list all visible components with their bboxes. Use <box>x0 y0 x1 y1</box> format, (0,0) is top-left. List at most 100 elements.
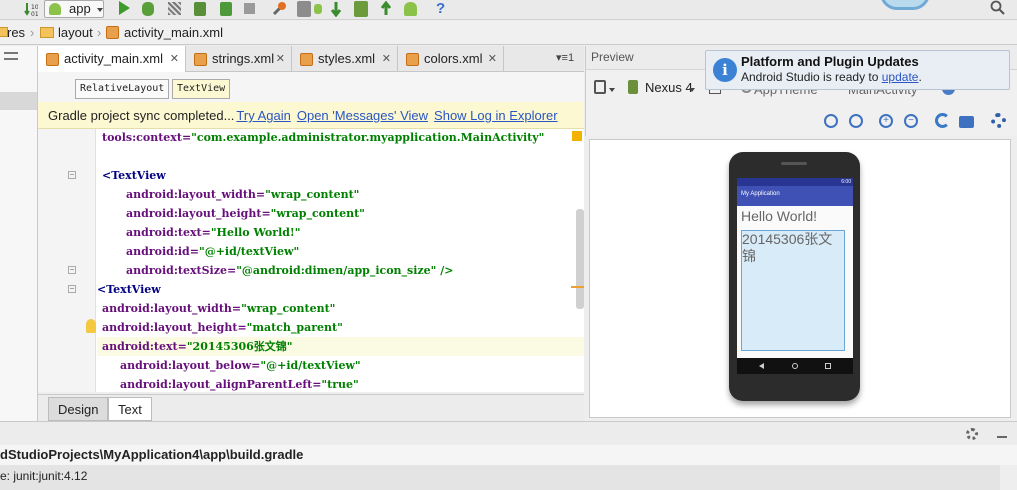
xml-path-relativelayout[interactable]: RelativeLayout <box>75 79 170 99</box>
module-selector[interactable]: app <box>44 0 104 18</box>
status-bar: 6:00 <box>737 178 853 186</box>
notification-title: Platform and Plugin Updates <box>741 54 919 69</box>
tab-text[interactable]: Text <box>108 397 152 421</box>
app-bar: My Application <box>737 186 853 206</box>
gear-icon[interactable] <box>966 428 978 440</box>
code-attr: android:layout_width= <box>102 302 242 315</box>
xml-file-icon <box>106 26 119 39</box>
tool-window-bar <box>0 421 1017 445</box>
tab-activity-main[interactable]: activity_main.xml ✕ <box>38 46 186 72</box>
code-value: "@android:dimen/app_icon_size" /> <box>236 264 454 277</box>
update-notification[interactable]: i Platform and Plugin Updates Android St… <box>705 50 1010 90</box>
code-value: "wrap_content" <box>265 188 360 201</box>
code-value: "wrap_content" <box>270 207 365 220</box>
chevron-down-icon[interactable] <box>609 88 615 92</box>
android-monitor-icon[interactable] <box>404 2 417 16</box>
code-attr: android:id= <box>126 245 199 258</box>
breadcrumb-item-res[interactable]: res <box>7 25 25 40</box>
tab-overflow-button[interactable]: ▾≡1 <box>556 51 574 64</box>
code-attr: android:layout_alignParentLeft= <box>120 378 322 391</box>
refresh-icon[interactable] <box>935 113 950 128</box>
home-icon <box>792 363 798 369</box>
code-value: "20145306张文锦" <box>186 340 293 353</box>
info-icon: i <box>713 58 737 82</box>
dependency-line: e: junit:junit:4.12 <box>0 465 1000 490</box>
xml-file-icon <box>194 53 207 66</box>
close-icon[interactable]: ✕ <box>382 46 391 72</box>
search-icon[interactable] <box>990 0 1006 16</box>
build-file-path: dStudioProjects\MyApplication4\app\build… <box>0 445 1017 465</box>
show-log-link[interactable]: Show Log in Explorer <box>434 108 558 123</box>
sync-files-icon[interactable]: 10 01 <box>24 1 39 18</box>
sdk-manager-icon[interactable] <box>297 1 311 17</box>
xml-file-icon <box>406 53 419 66</box>
code-editor[interactable]: − − − tools:context="com.example.adminis… <box>38 129 584 392</box>
help-icon[interactable]: ? <box>436 0 445 17</box>
project-panel <box>0 46 38 421</box>
upload-icon[interactable] <box>380 0 392 17</box>
code-value: "match_parent" <box>246 321 343 334</box>
tab-strings[interactable]: strings.xml ✕ <box>186 46 292 72</box>
fold-marker-icon[interactable]: − <box>68 285 76 293</box>
device-selector[interactable]: Nexus 4 <box>645 80 693 95</box>
hide-panel-icon[interactable] <box>997 430 1007 438</box>
tab-colors[interactable]: colors.xml ✕ <box>398 46 504 72</box>
attach-debugger-icon[interactable] <box>168 2 181 15</box>
panel-options-icon[interactable] <box>4 52 18 60</box>
breadcrumb-item-layout[interactable]: layout <box>58 25 93 40</box>
debug-icon[interactable] <box>142 2 154 16</box>
code-attr: android:layout_height= <box>102 321 247 334</box>
xml-file-icon <box>300 53 313 66</box>
close-icon[interactable]: ✕ <box>276 46 285 72</box>
zoom-to-fit-icon[interactable] <box>824 114 838 128</box>
device-frame-icon[interactable] <box>594 80 606 94</box>
try-again-link[interactable]: Try Again <box>236 108 290 123</box>
editor-scrollbar[interactable] <box>576 209 584 309</box>
coverage-icon[interactable] <box>194 2 206 16</box>
folder-icon <box>40 27 54 38</box>
profile-icon[interactable] <box>220 2 232 16</box>
code-attr: android:textSize= <box>126 264 237 277</box>
dependency-text: e: junit:junit:4.12 <box>0 469 88 483</box>
open-messages-link[interactable]: Open 'Messages' View <box>297 108 428 123</box>
settings-gear-icon[interactable] <box>991 113 1006 128</box>
zoom-out-icon[interactable]: − <box>904 114 918 128</box>
tab-styles[interactable]: styles.xml ✕ <box>292 46 398 72</box>
back-icon <box>759 363 764 369</box>
sync-gradle-icon[interactable] <box>330 1 342 18</box>
screenshot-icon[interactable] <box>959 116 974 128</box>
xml-path-textview[interactable]: TextView <box>172 79 231 99</box>
navigation-bar <box>737 358 853 374</box>
update-link[interactable]: update <box>882 70 919 84</box>
stop-icon[interactable] <box>244 3 255 14</box>
close-icon[interactable]: ✕ <box>170 46 179 72</box>
change-marker <box>571 286 584 288</box>
zoom-actual-icon[interactable] <box>849 114 863 128</box>
fold-marker-icon[interactable]: − <box>68 266 76 274</box>
code-attr: android:layout_width= <box>126 188 266 201</box>
editor-gutter: − − − <box>38 129 96 392</box>
lightbulb-icon[interactable] <box>86 319 96 333</box>
chevron-down-icon[interactable] <box>689 88 695 92</box>
zoom-in-icon[interactable]: + <box>879 114 893 128</box>
fold-marker-icon[interactable]: − <box>68 171 76 179</box>
xml-breadcrumb: RelativeLayout TextView <box>38 72 584 102</box>
hello-textview: Hello World! <box>741 208 817 224</box>
app-title: My Application <box>741 191 780 197</box>
gradle-sync-notification: Gradle project sync completed... Try Agai… <box>38 102 584 129</box>
breadcrumb: res › layout › activity_main.xml <box>0 21 1017 45</box>
project-tree-selection[interactable] <box>0 92 37 110</box>
device-icon <box>628 80 638 94</box>
settings-wrench-icon[interactable] <box>272 1 287 16</box>
tab-design[interactable]: Design <box>48 397 109 421</box>
device-screen: 6:00 My Application Hello World! 2014530… <box>737 178 853 374</box>
code-attr: android:text= <box>126 226 211 239</box>
project-structure-icon[interactable] <box>354 1 368 17</box>
close-icon[interactable]: ✕ <box>488 46 497 72</box>
avd-manager-icon[interactable] <box>314 4 322 14</box>
name-textview[interactable]: 20145306张文锦 <box>741 230 845 351</box>
breadcrumb-item-file[interactable]: activity_main.xml <box>124 25 223 40</box>
run-icon[interactable] <box>119 1 130 15</box>
build-path-text: dStudioProjects\MyApplication4\app\build… <box>0 447 304 462</box>
code-attr: android:text= <box>102 340 187 353</box>
